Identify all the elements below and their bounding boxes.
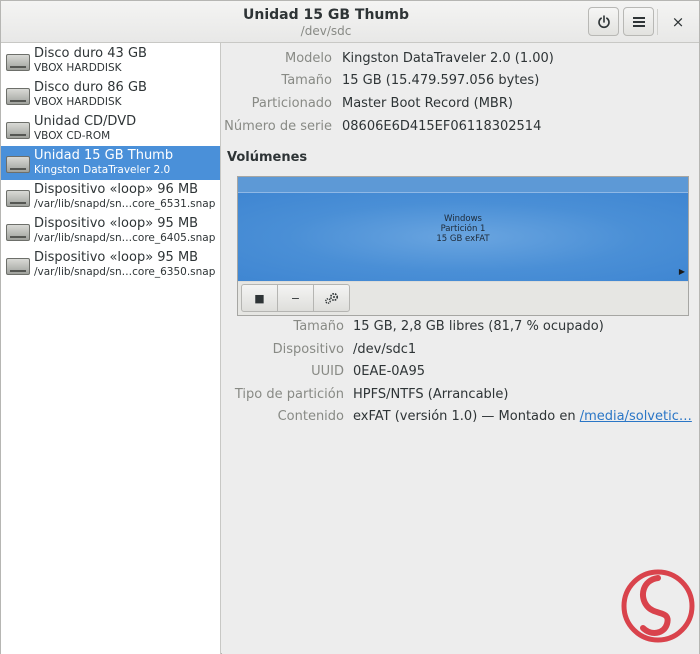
optical-drive-icon	[6, 122, 30, 139]
info-label: Particionado	[251, 96, 332, 111]
usb-drive-icon	[6, 156, 30, 173]
drive-item[interactable]: Dispositivo «loop» 96 MB /var/lib/snapd/…	[1, 180, 220, 214]
drive-item-selected[interactable]: Unidad 15 GB Thumb Kingston DataTraveler…	[1, 146, 220, 180]
info-label: Tamaño	[281, 73, 332, 88]
info-value: exFAT (versión 1.0) — Montado en /media/…	[353, 409, 692, 424]
watermark-logo-icon	[621, 569, 695, 643]
volume-row-tamano: Tamaño 15 GB, 2,8 GB libres (81,7 % ocup…	[222, 319, 699, 339]
info-value: Master Boot Record (MBR)	[342, 96, 513, 111]
power-icon	[597, 14, 610, 28]
drive-name: Disco duro 43 GB	[34, 46, 147, 61]
drive-model: VBOX CD-ROM	[34, 130, 111, 142]
loop-device-icon	[6, 258, 30, 275]
partition-size: 15 GB exFAT	[436, 234, 490, 244]
drive-name: Dispositivo «loop» 95 MB	[34, 250, 199, 265]
hard-disk-icon	[6, 54, 30, 71]
drive-model: /var/lib/snapd/sn…core_6350.snap	[34, 266, 216, 278]
info-label: Modelo	[285, 51, 332, 66]
minus-icon: −	[290, 291, 301, 305]
drive-item[interactable]: Unidad CD/DVD VBOX CD-ROM	[1, 112, 220, 146]
drive-model: VBOX HARDDISK	[34, 96, 122, 108]
play-icon: ▶	[678, 267, 685, 276]
window-subtitle: /dev/sdc	[300, 24, 352, 38]
header-separator	[657, 9, 658, 35]
drive-list-sidebar: Disco duro 43 GB VBOX HARDDISK Disco dur…	[1, 43, 221, 654]
info-value: 08606E6D415EF06118302514	[342, 119, 542, 134]
info-row-particionado: Particionado Master Boot Record (MBR)	[222, 96, 699, 116]
info-value: 15 GB (15.479.597.056 bytes)	[342, 73, 540, 88]
drive-model: /var/lib/snapd/sn…core_6405.snap	[34, 232, 216, 244]
info-value: 15 GB, 2,8 GB libres (81,7 % ocupado)	[353, 319, 604, 334]
drive-item[interactable]: Disco duro 43 GB VBOX HARDDISK	[1, 44, 220, 78]
info-row-tamano: Tamaño 15 GB (15.479.597.056 bytes)	[222, 73, 699, 93]
info-label: Número de serie	[224, 119, 332, 134]
volume-row-dispositivo: Dispositivo /dev/sdc1	[222, 342, 699, 362]
drive-name: Dispositivo «loop» 95 MB	[34, 216, 199, 231]
loop-device-icon	[6, 224, 30, 241]
volumes-heading: Volúmenes	[227, 150, 308, 165]
drive-model: VBOX HARDDISK	[34, 62, 122, 74]
drive-model: Kingston DataTraveler 2.0	[34, 164, 171, 176]
info-label: Contenido	[277, 409, 344, 424]
drive-name: Unidad 15 GB Thumb	[34, 148, 174, 163]
header-bar: Unidad 15 GB Thumb /dev/sdc ×	[1, 1, 699, 43]
info-label: Tipo de partición	[234, 387, 344, 402]
gears-icon	[324, 292, 338, 304]
info-row-modelo: Modelo Kingston DataTraveler 2.0 (1.00)	[222, 51, 699, 71]
drive-model: /var/lib/snapd/sn…core_6531.snap	[34, 198, 216, 210]
drive-item[interactable]: Dispositivo «loop» 95 MB /var/lib/snapd/…	[1, 248, 220, 282]
volume-map: Windows Partición 1 15 GB exFAT ▶ ■ −	[237, 176, 689, 316]
window-title: Unidad 15 GB Thumb	[243, 7, 409, 23]
drive-item[interactable]: Dispositivo «loop» 95 MB /var/lib/snapd/…	[1, 214, 220, 248]
close-icon: ×	[671, 13, 685, 31]
close-button[interactable]: ×	[665, 10, 691, 34]
info-label: Dispositivo	[272, 342, 344, 357]
delete-partition-button[interactable]: −	[277, 284, 314, 312]
unmount-button[interactable]: ■	[241, 284, 278, 312]
partition-settings-button[interactable]	[313, 284, 350, 312]
drive-name: Unidad CD/DVD	[34, 114, 137, 129]
hamburger-menu-icon	[632, 16, 645, 27]
hard-disk-icon	[6, 88, 30, 105]
drive-name: Disco duro 86 GB	[34, 80, 147, 95]
partition-label: Windows	[444, 214, 482, 224]
drive-menu-button[interactable]	[623, 7, 654, 36]
content-text: exFAT (versión 1.0) — Montado en	[353, 409, 580, 424]
info-value: HPFS/NTFS (Arrancable)	[353, 387, 509, 402]
volume-row-tipo: Tipo de partición HPFS/NTFS (Arrancable)	[222, 387, 699, 407]
disks-window: Unidad 15 GB Thumb /dev/sdc × Disco duro…	[0, 0, 700, 654]
drive-details-panel: Modelo Kingston DataTraveler 2.0 (1.00) …	[222, 43, 699, 654]
drive-name: Dispositivo «loop» 96 MB	[34, 182, 199, 197]
info-value: Kingston DataTraveler 2.0 (1.00)	[342, 51, 554, 66]
info-value: /dev/sdc1	[353, 342, 417, 357]
mount-point-link[interactable]: /media/solvetic…	[580, 409, 692, 424]
partition-block[interactable]: Windows Partición 1 15 GB exFAT ▶	[238, 193, 688, 281]
volume-toolbar: ■ −	[238, 282, 688, 315]
info-label: UUID	[311, 364, 344, 379]
stop-icon: ■	[254, 291, 265, 305]
drive-item[interactable]: Disco duro 86 GB VBOX HARDDISK	[1, 78, 220, 112]
loop-device-icon	[6, 190, 30, 207]
power-off-button[interactable]	[588, 7, 619, 36]
partition-number: Partición 1	[440, 224, 486, 234]
disk-bar	[238, 177, 688, 193]
volume-row-contenido: Contenido exFAT (versión 1.0) — Montado …	[222, 409, 699, 429]
info-value: 0EAE-0A95	[353, 364, 425, 379]
volume-row-uuid: UUID 0EAE-0A95	[222, 364, 699, 384]
info-label: Tamaño	[293, 319, 344, 334]
info-row-serie: Número de serie 08606E6D415EF06118302514	[222, 119, 699, 139]
